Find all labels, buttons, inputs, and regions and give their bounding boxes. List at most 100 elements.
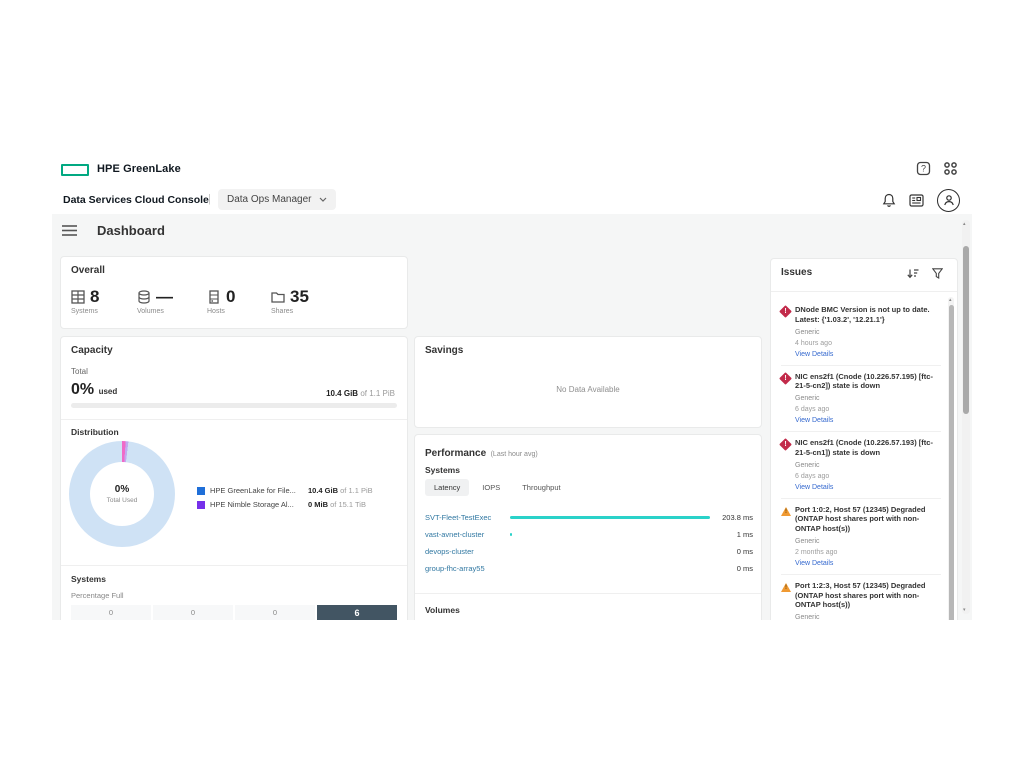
person-icon [943,194,955,206]
stat-systems[interactable]: 8 Systems [71,287,137,315]
page-scrollbar-thumb[interactable] [963,246,969,414]
histogram-bin[interactable]: 0 [235,605,315,620]
capacity-used-value: 10.4 GiB [326,389,358,398]
stat-value: — [156,287,173,307]
histogram-bin[interactable]: 0 [153,605,233,620]
percentage-full-label: Percentage Full [71,591,124,600]
issue-source: Generic [795,329,941,336]
latency-bar [510,533,512,536]
performance-card: Performance (Last hour avg) Systems Late… [414,434,762,620]
legend-label: HPE Nimble Storage Al... [210,500,308,509]
view-details-link[interactable]: View Details [795,351,941,358]
menu-hamburger-icon[interactable] [62,225,77,236]
stat-value: 8 [90,287,99,307]
system-link[interactable]: devops-cluster [425,547,510,556]
app-switcher-dropdown[interactable]: Data Ops Manager [218,189,336,210]
warning-icon: ! [781,507,791,516]
system-link[interactable]: vast-avnet-cluster [425,530,510,539]
issue-time: 6 days ago [795,473,941,480]
capacity-donut-chart: 0% Total Used [69,441,175,547]
system-link[interactable]: SVT-Fleet-TestExec [425,513,510,522]
issue-title: DNode BMC Version is not up to date. Lat… [795,305,941,325]
performance-tabs: Latency IOPS Throughput [425,479,570,496]
issue-title: NIC ens2f1 (Cnode (10.226.57.193) [ftc-2… [795,438,941,458]
latency-bar-track [510,550,710,553]
issue-item[interactable]: ! ! DNode BMC Version is not up to date.… [781,299,941,366]
system-link[interactable]: group-fhc-array55 [425,564,510,573]
app-window: HPE GreenLake ? Data Services Cloud Cons… [52,155,972,620]
issues-scrollbar[interactable]: ▴ ▾ [948,297,954,620]
savings-title: Savings [425,345,751,356]
sub-header: Data Services Cloud Console | Data Ops M… [52,185,972,215]
issue-item[interactable]: ! ! NIC ens2f1 (Cnode (10.226.57.195) [f… [781,366,941,433]
divider [61,419,407,420]
legend-of: of 15.1 TiB [330,500,366,509]
tab-throughput[interactable]: Throughput [513,479,569,496]
stat-label: Hosts [207,308,271,315]
global-header: HPE GreenLake ? [52,155,972,186]
histogram-bin[interactable]: 0 [71,605,151,620]
capacity-title: Capacity [71,345,397,356]
warning-icon: ! [781,583,791,592]
divider [771,291,957,292]
savings-card: Savings No Data Available [414,336,762,428]
view-details-link[interactable]: View Details [795,417,941,424]
issue-item[interactable]: ! ! Port 1:2:3, Host 57 (12345) Degraded… [781,575,941,620]
latency-bar [510,516,710,519]
help-icon[interactable]: ? [916,161,931,176]
capacity-legend: HPE GreenLake for File... 10.4 GiB of 1.… [197,486,373,514]
divider [415,593,761,594]
performance-subtitle: (Last hour avg) [491,451,538,458]
issue-time: 4 hours ago [795,340,941,347]
issue-source: Generic [795,614,941,620]
overall-title: Overall [71,265,397,276]
issue-source: Generic [795,395,941,402]
latency-value: 203.8 ms [710,513,753,522]
performance-row: group-fhc-array55 0 ms [425,560,753,577]
systems-icon [71,290,85,304]
stat-value: 35 [290,287,309,307]
capacity-systems-label: Systems [71,574,106,584]
critical-icon: ! [779,438,792,451]
tab-iops[interactable]: IOPS [473,479,509,496]
legend-value: 0 MiB [308,500,328,509]
systems-histogram: 0 0 0 6 [71,605,397,620]
performance-row: devops-cluster 0 ms [425,543,753,560]
capacity-used-suffix: used [99,387,118,396]
performance-title: Performance [425,448,486,459]
stat-label: Systems [71,308,137,315]
overall-card: Overall 8 Systems — Volumes [60,256,408,329]
divider [61,565,407,566]
capacity-used-of: of 1.1 PiB [360,389,395,398]
histogram-bin[interactable]: 6 [317,605,397,620]
whats-new-icon[interactable] [909,194,924,207]
scroll-down-arrow: ▾ [963,607,966,613]
issue-title: NIC ens2f1 (Cnode (10.226.57.195) [ftc-2… [795,372,941,392]
user-avatar[interactable] [937,189,960,212]
scroll-up-arrow: ▴ [963,221,966,227]
legend-of: of 1.1 PiB [340,486,373,495]
page-scrollbar[interactable]: ▴ ▾ [962,220,970,614]
issue-title: Port 1:0:2, Host 57 (12345) Degraded (ON… [795,505,941,534]
tab-latency[interactable]: Latency [425,479,469,496]
filter-icon[interactable] [932,268,943,279]
apps-grid-icon[interactable] [943,161,958,176]
issue-item[interactable]: ! ! Port 1:0:2, Host 57 (12345) Degraded… [781,499,941,575]
latency-bar-track [510,567,710,570]
stat-hosts[interactable]: 0 Hosts [207,287,271,315]
view-details-link[interactable]: View Details [795,484,941,491]
sort-icon[interactable] [907,268,919,279]
scroll-up-arrow: ▴ [949,297,952,303]
issue-time: 6 days ago [795,406,941,413]
legend-item: HPE GreenLake for File... 10.4 GiB of 1.… [197,486,373,495]
stat-label: Volumes [137,308,207,315]
capacity-progress-bar [71,403,397,408]
view-details-link[interactable]: View Details [795,560,941,567]
latency-bar-track [510,516,710,519]
stat-volumes[interactable]: — Volumes [137,287,207,315]
issues-scrollbar-thumb[interactable] [949,305,954,620]
notifications-bell-icon[interactable] [882,193,896,208]
stat-shares[interactable]: 35 Shares [271,287,341,315]
dashboard-content: Dashboard Overall 8 Systems — [52,214,972,620]
issue-item[interactable]: ! ! NIC ens2f1 (Cnode (10.226.57.193) [f… [781,432,941,499]
